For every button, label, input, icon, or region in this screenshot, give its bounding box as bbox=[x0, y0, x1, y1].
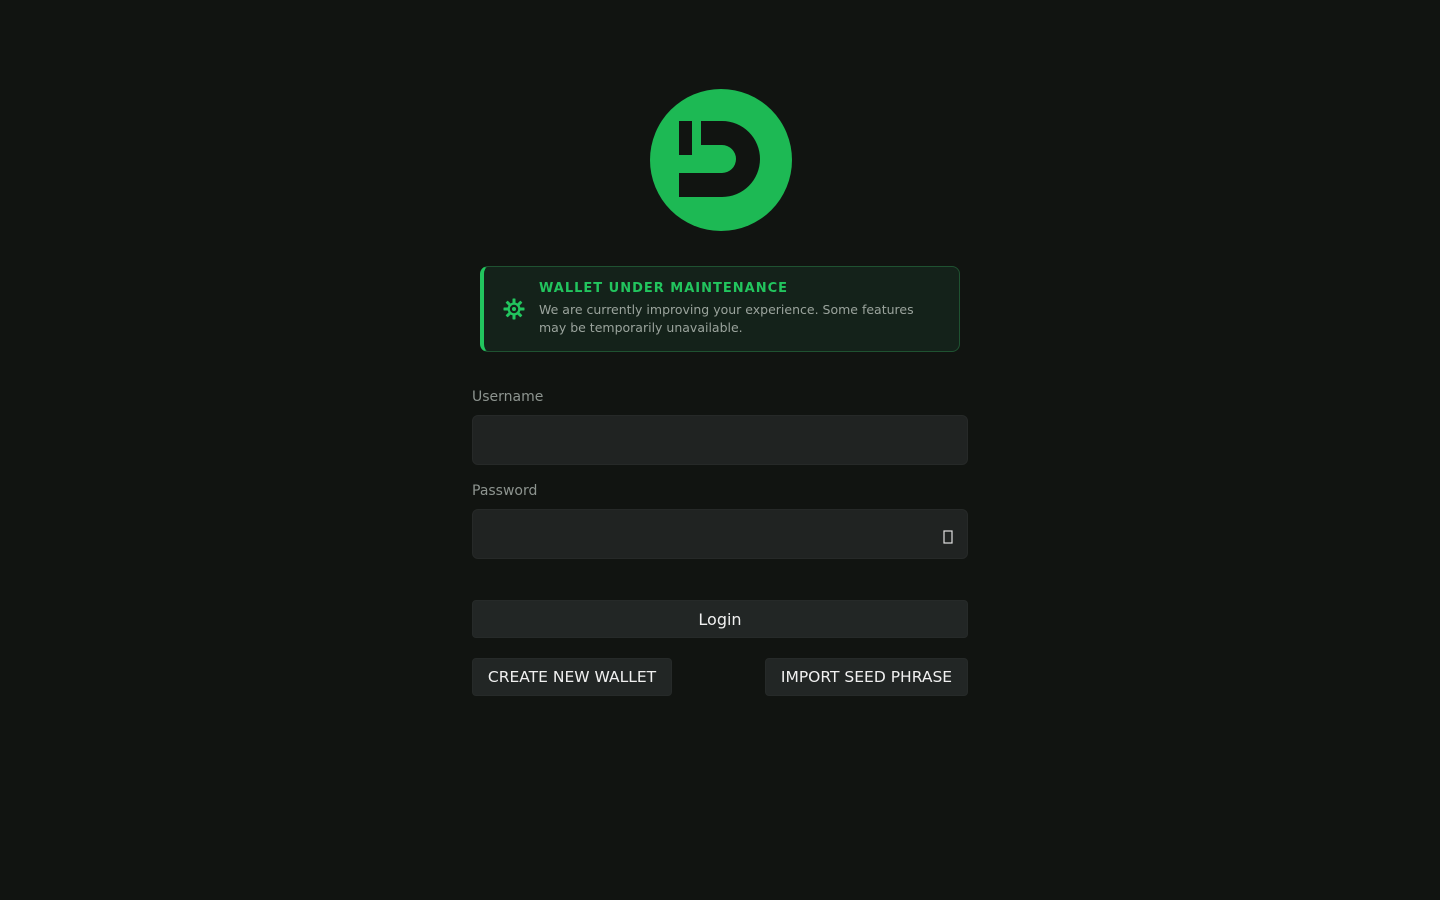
wallet-logo-icon bbox=[650, 89, 792, 231]
show-password-icon[interactable] bbox=[940, 527, 956, 547]
import-seed-phrase-button[interactable]: IMPORT SEED PHRASE bbox=[765, 658, 968, 696]
notice-title: WALLET UNDER MAINTENANCE bbox=[539, 281, 789, 296]
login-button[interactable]: Login bbox=[472, 600, 968, 638]
username-label: Username bbox=[472, 389, 544, 405]
notice-message: We are currently improving your experien… bbox=[539, 302, 914, 335]
create-new-wallet-button[interactable]: CREATE NEW WALLET bbox=[472, 658, 672, 696]
username-input[interactable] bbox=[472, 415, 968, 465]
password-input[interactable] bbox=[472, 509, 968, 559]
maintenance-notice: WALLET UNDER MAINTENANCE We are currentl… bbox=[480, 266, 960, 352]
gear-icon bbox=[502, 297, 526, 321]
wallet-d-logo-icon bbox=[679, 121, 760, 197]
password-label: Password bbox=[472, 483, 538, 499]
